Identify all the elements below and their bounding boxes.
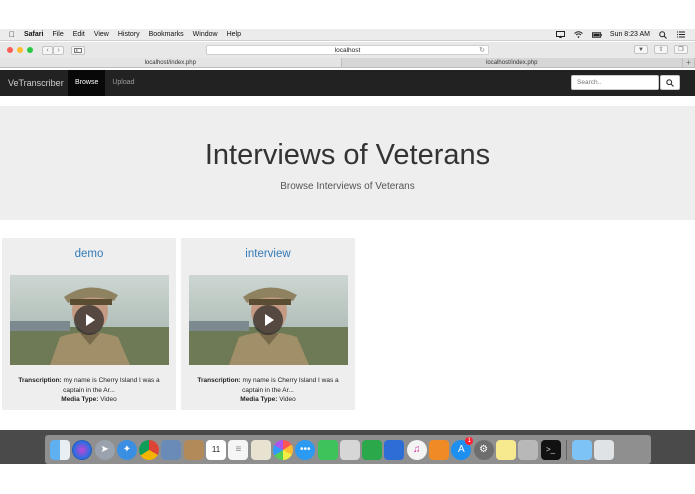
finder-icon[interactable] (50, 439, 70, 460)
system-preferences-icon[interactable]: ⚙ (473, 439, 494, 460)
share-icon[interactable]: ⇧ (654, 45, 668, 54)
apple-logo-icon[interactable]:  (9, 30, 15, 39)
preview-icon[interactable] (161, 439, 182, 460)
itunes-icon[interactable]: ♫ (406, 439, 427, 460)
macos-dock: ➤ ✦ 11 ≡ ••• ♫ A 1 ⚙ >_ (45, 435, 651, 464)
close-window-icon[interactable] (7, 47, 13, 53)
safari-icon[interactable]: ✦ (116, 439, 137, 460)
tab-bar: localhost/index.php localhost/index.php … (0, 58, 695, 68)
messages-icon[interactable]: ••• (295, 439, 316, 460)
folder-icon[interactable] (572, 439, 593, 460)
menu-app-name[interactable]: Safari (24, 31, 43, 38)
video-thumbnail[interactable] (188, 275, 348, 365)
card-description: Transcription: my name is Cherry Island … (2, 376, 176, 405)
tab-2[interactable]: localhost/index.php (342, 58, 683, 67)
battery-icon[interactable] (591, 31, 602, 39)
top-margin (0, 0, 695, 29)
photos-icon[interactable] (272, 439, 293, 460)
browser-toolbar: ‹ › localhost ↻ ▼ ⇧ ❐ (0, 42, 695, 58)
media-type-label: Media Type: (61, 396, 99, 403)
menu-file[interactable]: File (52, 31, 63, 38)
textedit-icon[interactable] (250, 439, 271, 460)
video-thumbnail[interactable] (9, 275, 169, 365)
transcription-text: my name is Cherry Island I was a (242, 377, 339, 384)
macos-menu-bar:  Safari File Edit View History Bookmark… (0, 29, 695, 41)
clock[interactable]: Sun 8:23 AM (610, 31, 650, 38)
search-button[interactable] (660, 75, 680, 90)
notes-book-icon[interactable] (183, 439, 204, 460)
history-navigation: ‹ › (42, 45, 64, 55)
page-subtitle: Browse Interviews of Veterans (280, 181, 415, 192)
airplay-icon[interactable] (556, 31, 566, 39)
menu-window[interactable]: Window (193, 31, 218, 38)
menu-history[interactable]: History (118, 31, 140, 38)
reminders-icon[interactable]: ≡ (228, 439, 249, 460)
numbers-icon[interactable] (362, 439, 383, 460)
calendar-icon[interactable]: 11 (206, 439, 227, 460)
media-type-value: Video (279, 396, 296, 403)
window-controls (0, 47, 33, 53)
siri-icon[interactable] (72, 439, 93, 460)
xcode-sim-icon[interactable] (518, 439, 539, 460)
appstore-icon[interactable]: A 1 (451, 436, 474, 460)
transcription-text-cont: captain in the Ar... (242, 386, 294, 394)
media-type-value: Video (100, 396, 117, 403)
back-button[interactable]: ‹ (42, 45, 53, 55)
chrome-icon[interactable] (139, 439, 160, 460)
transcription-text-cont: captain in the Ar... (63, 386, 115, 394)
launchpad-icon[interactable]: ➤ (94, 439, 115, 460)
media-type-label: Media Type: (240, 396, 278, 403)
search-input[interactable] (571, 75, 659, 90)
bottom-margin (0, 464, 695, 494)
sidebar-toggle-icon[interactable] (71, 45, 85, 55)
menu-edit[interactable]: Edit (73, 31, 85, 38)
keynote-icon[interactable] (384, 439, 405, 460)
transcription-text: my name is Cherry Island I was a (63, 377, 160, 384)
site-navbar: VeTranscriber Browse Upload (0, 70, 695, 96)
card-description: Transcription: my name is Cherry Island … (181, 376, 355, 405)
screen:  Safari File Edit View History Bookmark… (0, 0, 695, 494)
interview-card: demo Transcription: my name is Cherry Is… (2, 238, 176, 410)
facetime-icon[interactable] (317, 439, 338, 460)
notification-center-icon[interactable] (676, 31, 686, 39)
terminal-icon[interactable]: >_ (540, 439, 561, 460)
forward-button[interactable]: › (53, 45, 64, 55)
reload-icon[interactable]: ↻ (479, 46, 485, 55)
toolbar-actions: ▼ ⇧ ❐ (634, 45, 688, 54)
new-tab-button[interactable]: + (683, 58, 695, 67)
card-title-link[interactable]: interview (181, 248, 355, 260)
nav-upload[interactable]: Upload (105, 70, 141, 96)
menu-bookmarks[interactable]: Bookmarks (149, 31, 184, 38)
brand-link[interactable]: VeTranscriber (0, 78, 68, 88)
nav-browse[interactable]: Browse (68, 70, 106, 96)
transcription-label: Transcription: (197, 377, 241, 384)
play-icon[interactable] (252, 305, 283, 335)
downloads-icon[interactable]: ▼ (634, 45, 648, 54)
ibooks-icon[interactable] (429, 439, 450, 460)
search-form (571, 75, 680, 90)
address-bar[interactable]: localhost ↻ (206, 45, 489, 55)
play-icon[interactable] (73, 305, 104, 335)
menu-help[interactable]: Help (227, 31, 241, 38)
dock-separator (565, 439, 567, 460)
menu-view[interactable]: View (94, 31, 109, 38)
search-icon (666, 78, 674, 87)
wifi-icon[interactable] (574, 31, 584, 39)
jumbotron: Interviews of Veterans Browse Interviews… (0, 106, 695, 220)
page-title: Interviews of Veterans (204, 139, 491, 171)
stickies-icon[interactable] (495, 439, 516, 460)
card-title-link[interactable]: demo (2, 248, 176, 260)
transcription-label: Transcription: (18, 377, 62, 384)
appstore-badge: 1 (465, 436, 474, 445)
trash-icon[interactable] (594, 439, 615, 460)
address-text: localhost (334, 47, 361, 54)
mail-icon[interactable] (339, 439, 360, 460)
tab-1[interactable]: localhost/index.php (0, 58, 342, 67)
zoom-window-icon[interactable] (27, 47, 33, 53)
tab-overview-icon[interactable]: ❐ (674, 45, 688, 54)
minimize-window-icon[interactable] (17, 47, 23, 53)
spotlight-search-icon[interactable] (658, 30, 668, 39)
interview-card: interview Transcription: my name is Cher… (181, 238, 355, 410)
